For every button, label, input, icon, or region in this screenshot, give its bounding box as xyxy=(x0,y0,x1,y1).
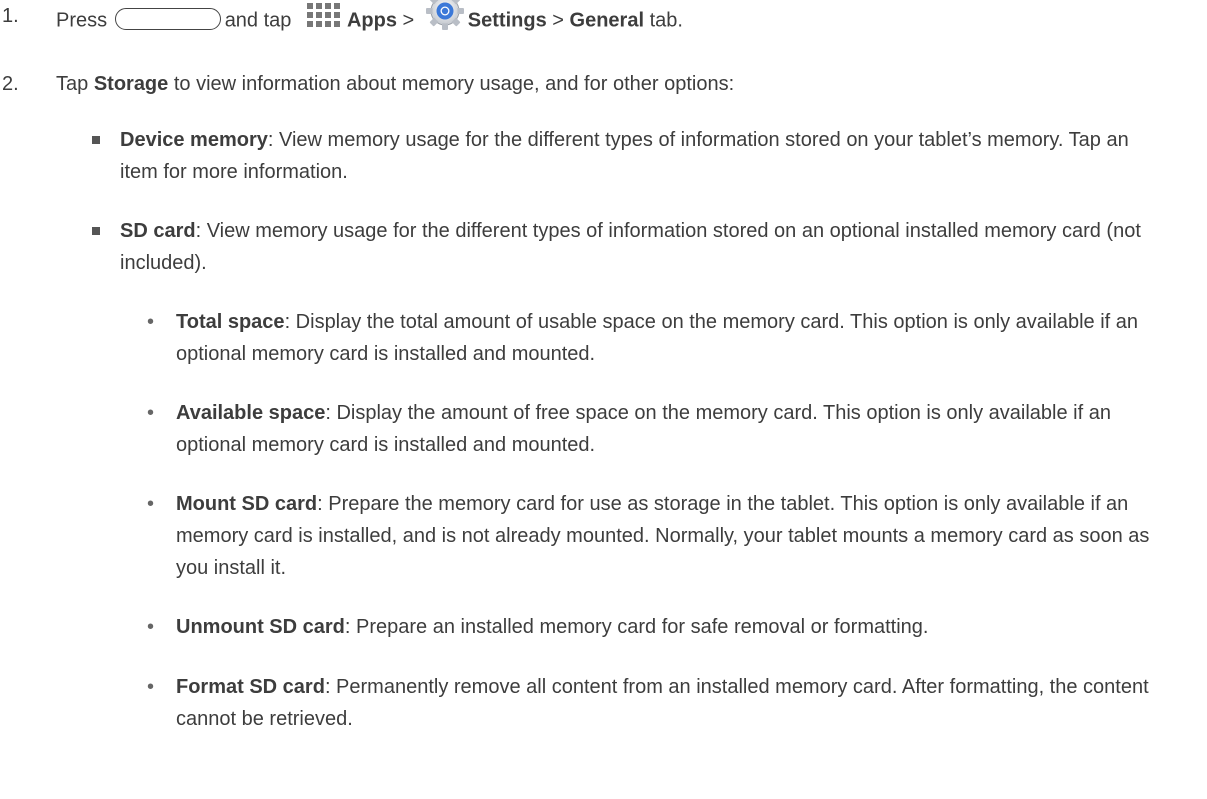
tab-text: tab. xyxy=(649,9,683,32)
apps-grid-dot xyxy=(333,12,340,18)
separator: > xyxy=(402,9,415,32)
apps-grid-dot xyxy=(324,3,331,9)
sub-bullet-desc: : Display the total amount of usable spa… xyxy=(176,311,1138,365)
round-bullet-icon: • xyxy=(147,402,155,424)
tap-text: Tap xyxy=(56,73,89,95)
separator: > xyxy=(552,9,564,32)
bullet-sd-card: SD card: View memory usage for the diffe… xyxy=(120,215,1170,279)
apps-grid-dot xyxy=(306,12,313,18)
apps-grid-dot xyxy=(324,12,331,18)
round-bullet-icon: • xyxy=(147,676,155,698)
sub-bullet-format-sd-card: Format SD card: Permanently remove all c… xyxy=(176,671,1176,735)
apps-grid-dot xyxy=(306,21,313,27)
sub-bullet-mount-sd-card: Mount SD card: Prepare the memory card f… xyxy=(176,488,1176,584)
apps-grid-dot xyxy=(333,3,340,9)
sub-bullet-total-space: Total space: Display the total amount of… xyxy=(176,306,1176,370)
step-2-rest: to view information about memory usage, … xyxy=(173,73,735,95)
apps-grid-dot xyxy=(333,21,340,27)
apps-grid-dot xyxy=(315,21,322,27)
sub-bullet-term: Mount SD card xyxy=(176,493,318,515)
bullet-term: SD card xyxy=(120,220,196,242)
general-label: General xyxy=(569,9,644,32)
round-bullet-icon: • xyxy=(147,616,155,638)
sub-bullet-term: Available space xyxy=(176,402,326,424)
sub-bullet-desc: : Prepare the memory card for use as sto… xyxy=(176,493,1150,579)
step-2-text: Tap Storage to view information about me… xyxy=(56,68,734,100)
settings-label: Settings xyxy=(467,9,547,32)
home-button-icon xyxy=(114,8,221,30)
storage-label: Storage xyxy=(93,73,169,95)
apps-label: Apps xyxy=(346,9,397,32)
sub-bullet-term: Format SD card xyxy=(176,676,325,698)
sub-bullet-desc: : Prepare an installed memory card for s… xyxy=(344,616,929,638)
bullet-device-memory: Device memory: View memory usage for the… xyxy=(120,124,1170,188)
bullet-desc: : View memory usage for the different ty… xyxy=(120,129,1129,183)
step-1: 1. Press and tap Apps > Settings > Gener… xyxy=(0,0,1207,32)
square-bullet-icon xyxy=(92,136,100,144)
apps-grid-dot xyxy=(324,21,331,27)
step-1-text: Press and tap Apps > Settings > General … xyxy=(56,0,683,42)
round-bullet-icon: • xyxy=(147,311,155,333)
sub-bullet-available-space: Available space: Display the amount of f… xyxy=(176,397,1176,461)
step-number: 2. xyxy=(2,73,19,95)
and-tap-text: and tap xyxy=(224,9,292,32)
square-bullet-icon xyxy=(92,227,100,235)
apps-grid-dot xyxy=(315,12,322,18)
bullet-desc: : View memory usage for the different ty… xyxy=(120,220,1141,274)
round-bullet-icon: • xyxy=(147,493,155,515)
apps-grid-dot xyxy=(315,3,322,9)
apps-grid-dot xyxy=(306,3,313,9)
settings-gear-icon xyxy=(425,0,464,30)
bullet-term: Device memory xyxy=(120,129,268,151)
press-text: Press xyxy=(56,9,108,32)
sub-bullet-term: Unmount SD card xyxy=(176,616,345,638)
sub-bullet-unmount-sd-card: Unmount SD card: Prepare an installed me… xyxy=(176,611,1176,643)
step-number: 1. xyxy=(2,5,19,27)
apps-grid-icon xyxy=(303,0,343,32)
sub-bullet-term: Total space xyxy=(176,311,285,333)
